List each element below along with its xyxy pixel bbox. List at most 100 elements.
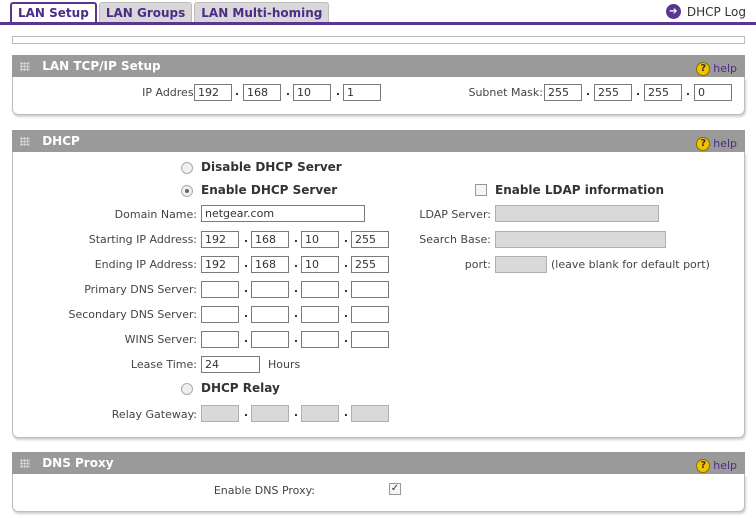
lan-tcpip-body: IP Address: . . . Subnet Mask: . . . xyxy=(12,77,745,115)
ip-octet-3[interactable] xyxy=(293,84,331,101)
starting-ip-label: Starting IP Address: xyxy=(88,233,197,246)
wins-server-label: WINS Server: xyxy=(124,333,197,346)
sdns-octet-2[interactable] xyxy=(251,306,289,323)
start-octet-1[interactable] xyxy=(201,231,239,248)
ending-ip-label: Ending IP Address: xyxy=(94,258,197,271)
ip-dot-3: . xyxy=(335,85,341,98)
dhcp-relay-radio[interactable] xyxy=(181,383,193,395)
relay-octet-3[interactable] xyxy=(301,405,339,422)
relay-octet-2[interactable] xyxy=(251,405,289,422)
sdns-octet-4[interactable] xyxy=(351,306,389,323)
wins-dot-1: . xyxy=(243,332,249,345)
end-octet-1[interactable] xyxy=(201,256,239,273)
ip-dot-1: . xyxy=(234,85,240,98)
sdns-octet-3[interactable] xyxy=(301,306,339,323)
grip-icon xyxy=(20,459,30,468)
mask-dot-3: . xyxy=(685,85,691,98)
dhcp-relay-label: DHCP Relay xyxy=(201,381,280,395)
wins-octet-3[interactable] xyxy=(301,331,339,348)
pdns-dot-1: . xyxy=(243,282,249,295)
grip-icon xyxy=(20,137,30,146)
wins-dot-3: . xyxy=(343,332,349,345)
pdns-dot-2: . xyxy=(293,282,299,295)
subnet-mask-label: Subnet Mask: xyxy=(468,86,543,99)
pdns-octet-1[interactable] xyxy=(201,281,239,298)
tab-lan-setup[interactable]: LAN Setup xyxy=(10,2,97,23)
mask-octet-1[interactable] xyxy=(544,84,582,101)
wins-octet-4[interactable] xyxy=(351,331,389,348)
enable-dns-proxy-checkbox[interactable]: ✓ xyxy=(389,483,401,495)
status-bar xyxy=(12,36,745,44)
dns-proxy-body: Enable DNS Proxy: ✓ xyxy=(12,474,745,512)
relay-dot-1: . xyxy=(243,406,249,419)
dhcp-header: DHCP ? help xyxy=(12,130,745,152)
domain-name-input[interactable] xyxy=(201,205,365,222)
pdns-octet-3[interactable] xyxy=(301,281,339,298)
relay-dot-2: . xyxy=(293,406,299,419)
search-base-input[interactable] xyxy=(495,231,666,248)
start-dot-2: . xyxy=(293,232,299,245)
ldap-server-label: LDAP Server: xyxy=(419,208,491,221)
wins-octet-2[interactable] xyxy=(251,331,289,348)
mask-octet-4[interactable] xyxy=(694,84,732,101)
enable-dns-proxy-label: Enable DNS Proxy: xyxy=(213,484,315,497)
port-input[interactable] xyxy=(495,256,547,273)
arrow-right-icon: ➔ xyxy=(665,4,681,19)
dhcp-body: Disable DHCP Server Enable DHCP Server E… xyxy=(12,152,745,438)
sdns-dot-2: . xyxy=(293,307,299,320)
end-dot-3: . xyxy=(343,257,349,270)
domain-name-label: Domain Name: xyxy=(114,208,197,221)
end-octet-3[interactable] xyxy=(301,256,339,273)
sdns-dot-1: . xyxy=(243,307,249,320)
relay-octet-1[interactable] xyxy=(201,405,239,422)
end-dot-1: . xyxy=(243,257,249,270)
help-icon: ? xyxy=(696,459,711,473)
ldap-server-input[interactable] xyxy=(495,205,659,222)
port-label: port: xyxy=(464,258,491,271)
wins-octet-1[interactable] xyxy=(201,331,239,348)
pdns-dot-3: . xyxy=(343,282,349,295)
lease-time-input[interactable] xyxy=(201,356,260,373)
ip-octet-4[interactable] xyxy=(343,84,381,101)
tab-underline xyxy=(0,22,756,25)
hours-label: Hours xyxy=(268,358,301,371)
sdns-octet-1[interactable] xyxy=(201,306,239,323)
tab-lan-multi-homing[interactable]: LAN Multi-homing xyxy=(194,2,330,23)
relay-octet-4[interactable] xyxy=(351,405,389,422)
primary-dns-label: Primary DNS Server: xyxy=(84,283,197,296)
ip-octet-2[interactable] xyxy=(243,84,281,101)
dns-proxy-header: DNS Proxy ? help xyxy=(12,452,745,474)
sdns-dot-3: . xyxy=(343,307,349,320)
tab-lan-groups[interactable]: LAN Groups xyxy=(98,2,193,23)
dhcp-title: DHCP xyxy=(42,134,80,148)
lease-time-label: Lease Time: xyxy=(130,358,197,371)
relay-dot-3: . xyxy=(343,406,349,419)
start-octet-2[interactable] xyxy=(251,231,289,248)
enable-ldap-checkbox[interactable] xyxy=(475,184,487,196)
enable-dhcp-radio[interactable] xyxy=(181,185,193,197)
pdns-octet-2[interactable] xyxy=(251,281,289,298)
end-octet-2[interactable] xyxy=(251,256,289,273)
pdns-octet-4[interactable] xyxy=(351,281,389,298)
lan-tcpip-title: LAN TCP/IP Setup xyxy=(42,59,161,73)
port-hint: (leave blank for default port) xyxy=(551,258,710,271)
mask-octet-3[interactable] xyxy=(644,84,682,101)
mask-dot-2: . xyxy=(635,85,641,98)
help-icon: ? xyxy=(696,62,711,76)
end-dot-2: . xyxy=(293,257,299,270)
dhcp-log-link[interactable]: ➔ DHCP Log xyxy=(665,4,746,19)
ip-dot-2: . xyxy=(285,85,291,98)
mask-octet-2[interactable] xyxy=(594,84,632,101)
start-dot-1: . xyxy=(243,232,249,245)
enable-ldap-label: Enable LDAP information xyxy=(495,183,665,197)
lan-tcpip-header: LAN TCP/IP Setup ? help xyxy=(12,55,745,77)
start-octet-3[interactable] xyxy=(301,231,339,248)
disable-dhcp-label: Disable DHCP Server xyxy=(201,160,342,174)
enable-dhcp-label: Enable DHCP Server xyxy=(201,183,338,197)
start-dot-3: . xyxy=(343,232,349,245)
disable-dhcp-radio[interactable] xyxy=(181,162,193,174)
ip-address-label: IP Address: xyxy=(142,86,203,99)
mask-dot-1: . xyxy=(585,85,591,98)
dns-proxy-title: DNS Proxy xyxy=(42,456,114,470)
ip-octet-1[interactable] xyxy=(194,84,232,101)
